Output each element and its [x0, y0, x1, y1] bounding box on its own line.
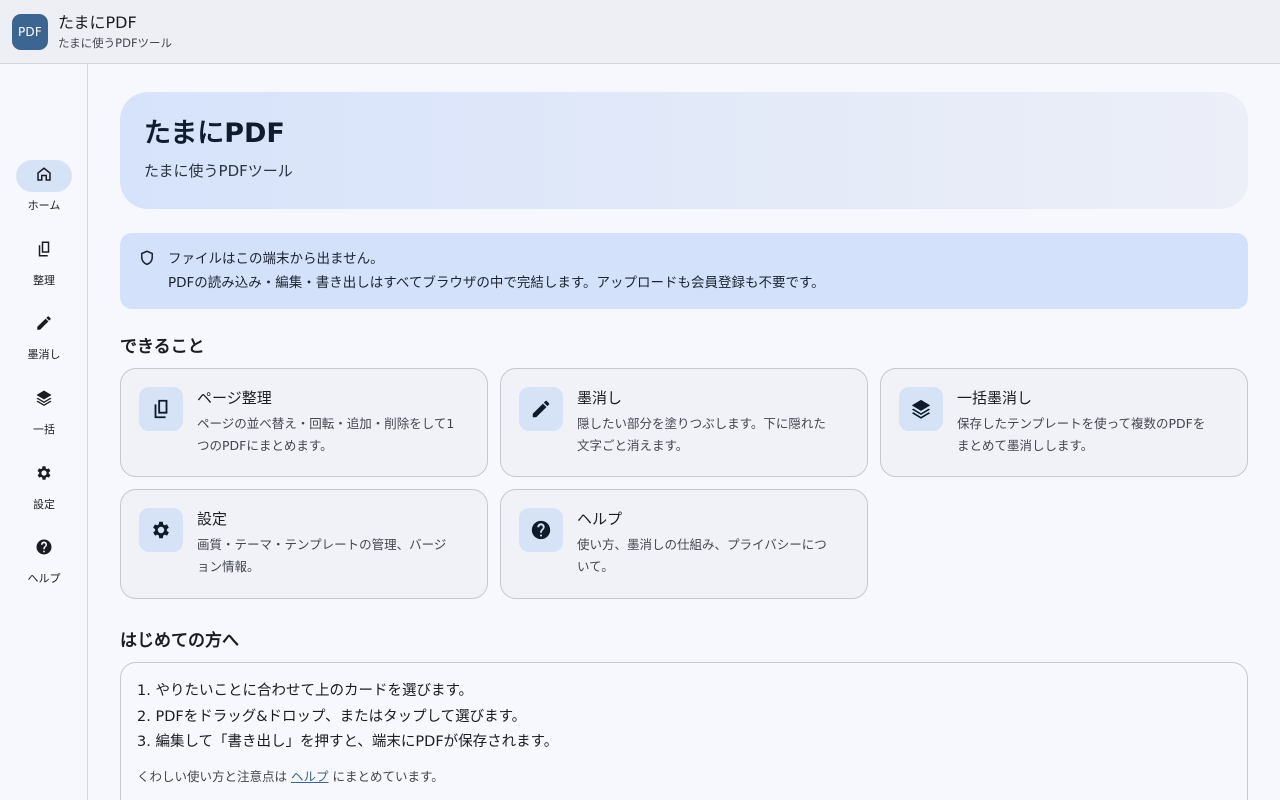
nav-item-label: ヘルプ [27, 572, 61, 585]
card-description-line: ョン情報。 [197, 559, 260, 574]
feature-card-help[interactable]: ヘルプ 使い方、墨消しの仕組み、プライバシーにつ いて。 [500, 489, 868, 599]
nav-item-redact[interactable]: 墨消し [0, 309, 88, 373]
nav-item-settings-indicator [16, 459, 72, 491]
hero-subtitle: たまに使うPDFツール [144, 162, 293, 180]
hero-title: たまにPDF [144, 118, 285, 149]
card-description-line: 画質・テーマ・テンプレートの管理、バージ [197, 537, 447, 552]
card-title: 設定 [197, 510, 228, 528]
nav-item-batch[interactable]: 一括 [0, 384, 88, 448]
card-title: ヘルプ [577, 510, 623, 528]
card-description-line: 使い方、墨消しの仕組み、プライバシーにつ [577, 537, 827, 552]
nav-item-home[interactable]: ホーム [0, 160, 88, 224]
nav-item-redact-indicator [16, 309, 72, 341]
card-description: 隠したい部分を塗りつぶします。下に隠れた 文字ごと消えます。 [577, 413, 826, 457]
nav-item-settings[interactable]: 設定 [0, 459, 88, 523]
card-description-line: つのPDFにまとめます。 [197, 438, 333, 453]
app-subtitle: たまに使うPDFツール [58, 35, 173, 50]
notice-text: ファイルはこの端末から出ません。 PDFの読み込み・編集・書き出しはすべてブラウ… [168, 247, 825, 295]
feature-card-batch-redact[interactable]: 一括墨消し 保存したテンプレートを使って複数のPDFを まとめて墨消しします。 [880, 368, 1248, 477]
pages-icon [35, 240, 53, 262]
app-title-group: たまにPDF たまに使うPDFツール [58, 13, 172, 51]
help-note: くわしい使い方と注意点は ヘルプ にまとめています。 [137, 766, 1231, 785]
gear-icon [139, 508, 183, 552]
card-description: ページの並べ替え・回転・追加・削除をして1 つのPDFにまとめます。 [197, 413, 454, 457]
home-icon [35, 165, 53, 187]
nav-item-label: 墨消し [27, 348, 61, 361]
features-heading: できること [120, 337, 205, 357]
card-description-line: いて。 [577, 559, 614, 574]
gear-icon [35, 464, 53, 486]
help-icon [35, 538, 53, 560]
nav-item-label: ホーム [27, 199, 61, 212]
card-description-line: 隠したい部分を塗りつぶします。下に隠れた [577, 416, 826, 431]
top-app-bar: PDF たまにPDF たまに使うPDFツール [0, 0, 1280, 64]
pencil-icon [35, 314, 53, 336]
app-title: たまにPDF [58, 12, 137, 32]
list-item: 2. PDFをドラッグ&ドロップ、またはタップして選びます。 [137, 708, 527, 725]
nav-item-label: 設定 [33, 498, 55, 511]
privacy-notice: ファイルはこの端末から出ません。 PDFの読み込み・編集・書き出しはすべてブラウ… [120, 233, 1248, 309]
app-logo: PDF [12, 13, 48, 50]
shield-icon [138, 249, 156, 267]
card-description: 画質・テーマ・テンプレートの管理、バージ ョン情報。 [197, 534, 446, 578]
card-description: 使い方、墨消しの仕組み、プライバシーにつ いて。 [577, 534, 827, 578]
hero-banner: たまにPDF たまに使うPDFツール [120, 92, 1248, 209]
list-item: 3. 編集して「書き出し」を押すと、端末にPDFが保存されます。 [137, 734, 559, 750]
feature-card-redact[interactable]: 墨消し 隠したい部分を塗りつぶします。下に隠れた 文字ごと消えます。 [500, 368, 868, 477]
nav-item-organize-indicator [16, 235, 72, 267]
card-title: 墨消し [577, 389, 623, 407]
card-description-line: 保存したテンプレートを使って複数のPDFを [957, 416, 1206, 431]
steps-list: 1. やりたいことに合わせて上のカードを選びます。 2. PDFをドラッグ&ドロ… [137, 679, 1231, 756]
pages-icon [139, 387, 183, 431]
card-description-line: まとめて墨消しします。 [957, 438, 1094, 453]
nav-item-help-indicator [16, 533, 72, 565]
layers-icon [35, 389, 53, 411]
card-title: 一括墨消し [957, 389, 1033, 407]
feature-card-organize[interactable]: ページ整理 ページの並べ替え・回転・追加・削除をして1 つのPDFにまとめます。 [120, 368, 488, 477]
card-title: ページ整理 [197, 389, 272, 407]
help-note-text: にまとめています。 [332, 768, 444, 784]
navigation-rail: ホーム 整理 墨消し 一括 設定 ヘルプ [0, 64, 88, 800]
notice-line-1: ファイルはこの端末から出ません。 [168, 251, 384, 267]
card-description-line: ページの並べ替え・回転・追加・削除をして1 [197, 416, 455, 431]
nav-item-organize[interactable]: 整理 [0, 235, 88, 299]
feature-card-settings[interactable]: 設定 画質・テーマ・テンプレートの管理、バージ ョン情報。 [120, 489, 488, 599]
notice-line-2: PDFの読み込み・編集・書き出しはすべてブラウザの中で完結します。アップロードも… [168, 275, 825, 291]
nav-item-help[interactable]: ヘルプ [0, 533, 88, 597]
getting-started-panel: 1. やりたいことに合わせて上のカードを選びます。 2. PDFをドラッグ&ドロ… [120, 662, 1248, 800]
getting-started-heading: はじめての方へ [120, 631, 239, 651]
help-note-text: くわしい使い方と注意点は [137, 768, 288, 784]
nav-item-home-indicator [16, 160, 72, 192]
list-item: 1. やりたいことに合わせて上のカードを選びます。 [137, 683, 473, 699]
nav-item-label: 整理 [33, 274, 55, 287]
nav-item-label: 一括 [33, 423, 55, 436]
help-icon [519, 508, 563, 552]
help-link[interactable]: ヘルプ [291, 769, 329, 784]
layers-icon [899, 387, 943, 431]
nav-item-batch-indicator [16, 384, 72, 416]
pencil-icon [519, 387, 563, 431]
card-description-line: 文字ごと消えます。 [577, 438, 689, 453]
card-description: 保存したテンプレートを使って複数のPDFを まとめて墨消しします。 [957, 413, 1205, 457]
